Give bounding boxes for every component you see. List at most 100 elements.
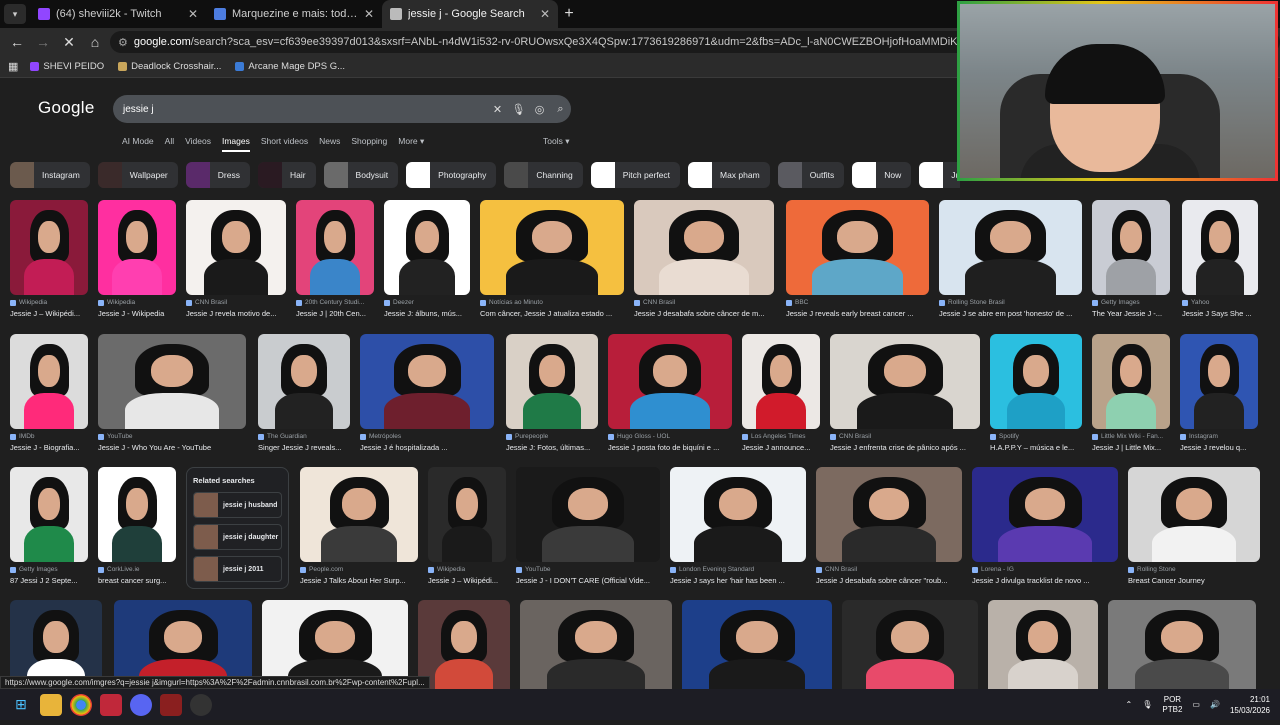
result-source[interactable]: Purepeople <box>506 433 598 440</box>
bookmark-item[interactable]: Arcane Mage DPS G... <box>235 61 345 72</box>
result-thumbnail[interactable] <box>1182 200 1258 295</box>
result-thumbnail[interactable] <box>842 600 978 695</box>
result-caption[interactable]: Jessie J revelou q... <box>1180 443 1258 452</box>
result-caption[interactable]: Jessie J Says She ... <box>1182 309 1258 318</box>
result-source[interactable]: Spotify <box>990 433 1082 440</box>
result-thumbnail[interactable] <box>670 467 806 562</box>
network-icon[interactable]: ▭ <box>1192 700 1200 709</box>
result-thumbnail[interactable] <box>418 600 510 695</box>
result-thumbnail[interactable] <box>98 200 176 295</box>
image-result[interactable]: BBC Jessie J reveals early breast cancer … <box>786 200 929 318</box>
result-thumbnail[interactable] <box>830 334 980 429</box>
result-thumbnail[interactable] <box>516 467 660 562</box>
image-result[interactable]: Metrópoles Jessie J é hospitalizada ... <box>360 334 494 452</box>
refinement-chip[interactable]: Bodysuit <box>323 162 399 188</box>
image-result[interactable]: Spotify H.A.P.P.Y – música e le... <box>990 334 1082 452</box>
result-source[interactable]: Metrópoles <box>360 433 494 440</box>
result-thumbnail[interactable] <box>682 600 832 695</box>
search-icon[interactable]: ⌕ <box>550 103 571 116</box>
image-result[interactable]: Little Mix Wiki - Fan... Jessie J | Littl… <box>1092 334 1170 452</box>
image-result[interactable] <box>1108 600 1256 695</box>
chrome-icon[interactable] <box>70 693 92 716</box>
result-source[interactable]: CNN Brasil <box>634 299 774 306</box>
result-source[interactable]: Hugo Gloss - UOL <box>608 433 732 440</box>
bookmark-item[interactable]: Deadlock Crosshair... <box>118 61 221 72</box>
image-result[interactable] <box>520 600 672 695</box>
result-thumbnail[interactable] <box>258 334 350 429</box>
windows-start-icon[interactable]: ⊞ <box>10 694 32 716</box>
tray-chevron-icon[interactable]: ⌃ <box>1126 700 1133 709</box>
result-source[interactable]: Getty Images <box>1092 299 1170 306</box>
result-thumbnail[interactable] <box>786 200 929 295</box>
result-caption[interactable]: Jessie J | 20th Cen... <box>296 309 374 318</box>
refinement-chip[interactable]: Max pham <box>688 162 770 188</box>
result-caption[interactable]: Jessie J: álbuns, mús... <box>384 309 470 318</box>
forward-icon[interactable]: → <box>32 31 54 53</box>
image-result[interactable]: People.com Jessie J Talks About Her Surp.… <box>300 467 418 585</box>
result-thumbnail[interactable] <box>1108 600 1256 695</box>
image-result[interactable]: Los Angeles Times Jessie J announce... <box>742 334 820 452</box>
image-result[interactable]: Instagram Jessie J revelou q... <box>1180 334 1258 452</box>
result-caption[interactable]: Jessie J says her 'hair has been ... <box>670 576 806 585</box>
result-thumbnail[interactable] <box>1180 334 1258 429</box>
result-thumbnail[interactable] <box>98 467 176 562</box>
mic-icon[interactable]: 🎙 <box>508 103 529 116</box>
result-source[interactable]: YouTube <box>98 433 246 440</box>
result-source[interactable]: IMDb <box>10 433 88 440</box>
tab-close-icon[interactable]: ✕ <box>540 7 550 21</box>
result-source[interactable]: The Guardian <box>258 433 350 440</box>
result-source[interactable]: CorkLive.ie <box>98 566 176 573</box>
search-box[interactable]: jessie j ✕ 🎙 ◎ ⌕ <box>113 95 571 123</box>
image-result[interactable] <box>418 600 510 695</box>
tools-button[interactable]: Tools ▾ <box>543 136 569 147</box>
result-caption[interactable]: Jessie J – Wikipédi... <box>428 576 506 585</box>
tab-close-icon[interactable]: ✕ <box>188 7 198 21</box>
tray-mic-icon[interactable]: 🎙 <box>1142 700 1152 709</box>
result-thumbnail[interactable] <box>608 334 732 429</box>
tab-search-button[interactable]: ▾ <box>4 4 26 24</box>
result-source[interactable]: BBC <box>786 299 929 306</box>
result-thumbnail[interactable] <box>506 334 598 429</box>
image-result[interactable]: Hugo Gloss - UOL Jessie J posta foto de b… <box>608 334 732 452</box>
refinement-chip[interactable]: Now <box>852 162 912 188</box>
image-result[interactable]: Wikipedia Jessie J – Wikipédi... <box>428 467 506 585</box>
image-result[interactable]: The Guardian Singer Jessie J reveals... <box>258 334 350 452</box>
result-source[interactable]: Wikipedia <box>428 566 506 573</box>
result-caption[interactable]: Jessie J - Wikipedia <box>98 309 176 318</box>
result-caption[interactable]: Jessie J enfrenta crise de pânico após .… <box>830 443 980 452</box>
result-caption[interactable]: Jessie J desabafa sobre câncer "roub... <box>816 576 962 585</box>
result-caption[interactable]: Jessie J – Wikipédi... <box>10 309 88 318</box>
image-result[interactable] <box>988 600 1098 695</box>
result-caption[interactable]: Singer Jessie J reveals... <box>258 443 350 452</box>
result-caption[interactable]: Jessie J reveals early breast cancer ... <box>786 309 929 318</box>
result-thumbnail[interactable] <box>1092 200 1170 295</box>
result-thumbnail[interactable] <box>990 334 1082 429</box>
result-thumbnail[interactable] <box>300 467 418 562</box>
result-caption[interactable]: Jessie J | Little Mix... <box>1092 443 1170 452</box>
image-result[interactable]: YouTube Jessie J - I DON'T CARE (Official… <box>516 467 660 585</box>
result-caption[interactable]: Jessie J: Fotos, últimas... <box>506 443 598 452</box>
filter-tab[interactable]: Images <box>221 136 250 152</box>
result-caption[interactable]: H.A.P.P.Y – música e le... <box>990 443 1082 452</box>
filter-tab[interactable]: AI Mode <box>122 136 154 152</box>
obs-icon[interactable] <box>190 693 212 716</box>
search-query[interactable]: jessie j <box>123 104 487 115</box>
result-thumbnail[interactable] <box>634 200 774 295</box>
refinement-chip[interactable]: Dress <box>185 162 250 188</box>
file-explorer-icon[interactable] <box>40 693 62 716</box>
refinement-chip[interactable]: Channing <box>504 162 583 188</box>
clear-icon[interactable]: ✕ <box>487 103 508 116</box>
result-thumbnail[interactable] <box>480 200 624 295</box>
filter-tab[interactable]: News <box>319 136 340 152</box>
result-caption[interactable]: The Year Jessie J -... <box>1092 309 1170 318</box>
app-dark-icon[interactable] <box>160 693 182 716</box>
discord-icon[interactable] <box>130 693 152 716</box>
result-source[interactable]: Getty Images <box>10 566 88 573</box>
image-result[interactable]: Rolling Stone Breast Cancer Journey <box>1128 467 1260 585</box>
result-source[interactable]: CNN Brasil <box>186 299 286 306</box>
system-clock[interactable]: 21:01 15/03/2026 <box>1230 694 1270 716</box>
result-thumbnail[interactable] <box>360 334 494 429</box>
refinement-chip[interactable]: Photography <box>406 162 497 188</box>
result-source[interactable]: CNN Brasil <box>816 566 962 573</box>
image-result[interactable]: CNN Brasil Jessie J revela motivo de... <box>186 200 286 318</box>
